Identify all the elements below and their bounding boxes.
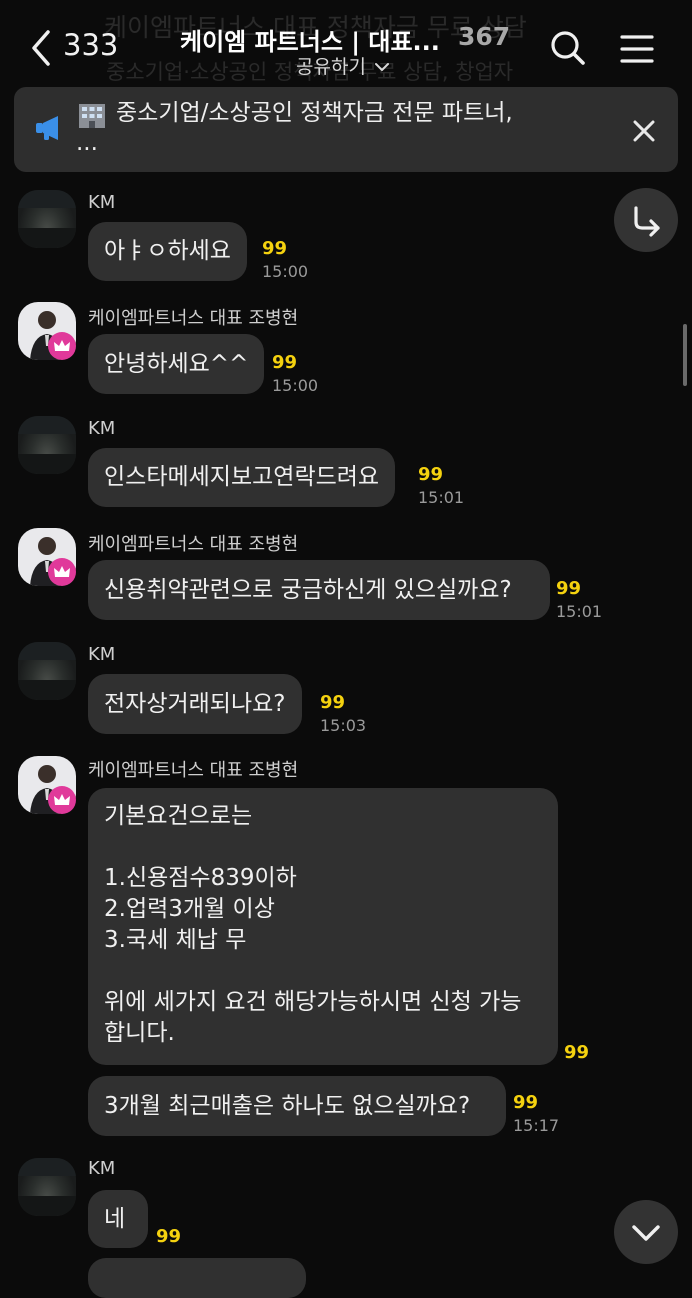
message-bubble[interactable]: 안녕하세요^^ (88, 334, 265, 394)
share-arrow-button[interactable] (614, 188, 678, 252)
chevron-down-icon (632, 1225, 660, 1241)
sender-name: 케이엠파트너스 대표 조병현 (88, 534, 299, 555)
message-bubble[interactable]: 3개월 최근매출은 하나도 없으실까요? (88, 1076, 506, 1136)
sender-name: KM (88, 418, 116, 439)
sender-name: KM (88, 644, 116, 665)
share-label: 공유하기 (296, 56, 366, 78)
sender-name: 케이엠파트너스 대표 조병현 (88, 760, 299, 781)
unread-count[interactable]: 333 (63, 28, 118, 62)
message-bubble[interactable]: 신용취약관련으로 궁금하신게 있으실까요? (88, 560, 550, 620)
close-icon (633, 120, 655, 142)
back-button[interactable] (26, 28, 60, 68)
menu-icon (620, 35, 654, 63)
megaphone-icon (34, 114, 64, 146)
sender-name: KM (88, 1158, 116, 1179)
search-button[interactable] (550, 30, 586, 70)
message-bubble[interactable]: 아ㅑㅇ하세요 (88, 222, 247, 281)
share-arrow-icon (634, 206, 660, 237)
crown-icon (54, 794, 70, 805)
read-count: 99 (156, 1226, 182, 1247)
message-time: 15:03 (320, 716, 367, 735)
read-count: 99 (564, 1042, 590, 1063)
read-count: 99 (556, 578, 582, 599)
read-count: 99 (262, 238, 288, 259)
avatar[interactable] (18, 190, 76, 248)
message-bubble[interactable]: 인스타메세지보고연락드려요 (88, 448, 396, 507)
crown-badge (48, 558, 76, 586)
message-bubble[interactable]: 네 (88, 1190, 148, 1248)
message-time: 15:00 (262, 262, 309, 281)
menu-button[interactable] (620, 34, 654, 68)
message-bubble[interactable] (88, 1258, 306, 1298)
notice-line-2: ... (76, 130, 98, 156)
avatar[interactable] (18, 416, 76, 474)
message-bubble[interactable]: 전자상거래되나요? (88, 674, 302, 734)
crown-badge (48, 332, 76, 360)
scrollbar[interactable] (683, 324, 687, 386)
read-count: 99 (320, 692, 346, 713)
chat-header: 케이엠파트너스 대표 정책자금 무료 상담 중소기업·소상공인 정책자금 무료 … (0, 0, 692, 88)
share-button[interactable]: 공유하기 (296, 52, 390, 79)
crown-icon (54, 566, 70, 577)
crown-icon (54, 340, 70, 351)
message-time: 15:17 (513, 1116, 560, 1135)
message-time: 15:00 (272, 376, 319, 395)
scroll-to-bottom-button[interactable] (614, 1200, 678, 1264)
avatar[interactable] (18, 1158, 76, 1216)
message-time: 15:01 (556, 602, 603, 621)
read-count: 99 (418, 464, 444, 485)
message-time: 15:01 (418, 488, 465, 507)
crown-badge (48, 786, 76, 814)
member-count[interactable]: 367 (458, 22, 510, 51)
sender-name: 케이엠파트너스 대표 조병현 (88, 308, 299, 329)
chevron-down-small-icon (374, 63, 389, 71)
sender-name: KM (88, 192, 116, 213)
message-bubble[interactable]: 기본요건으로는 1.신용점수839이하 2.업력3개월 이상 3.국세 체납 무… (88, 788, 558, 1065)
avatar[interactable] (18, 642, 76, 700)
notice-text[interactable]: 중소기업/소상공인 정책자금 전문 파트너, ... (76, 98, 546, 158)
read-count: 99 (272, 352, 298, 373)
close-notice-button[interactable] (632, 119, 656, 147)
read-count: 99 (513, 1092, 539, 1113)
notice-line-1: 중소기업/소상공인 정책자금 전문 파트너, (116, 100, 513, 126)
search-icon (551, 31, 585, 65)
chevron-left-icon (32, 30, 50, 66)
